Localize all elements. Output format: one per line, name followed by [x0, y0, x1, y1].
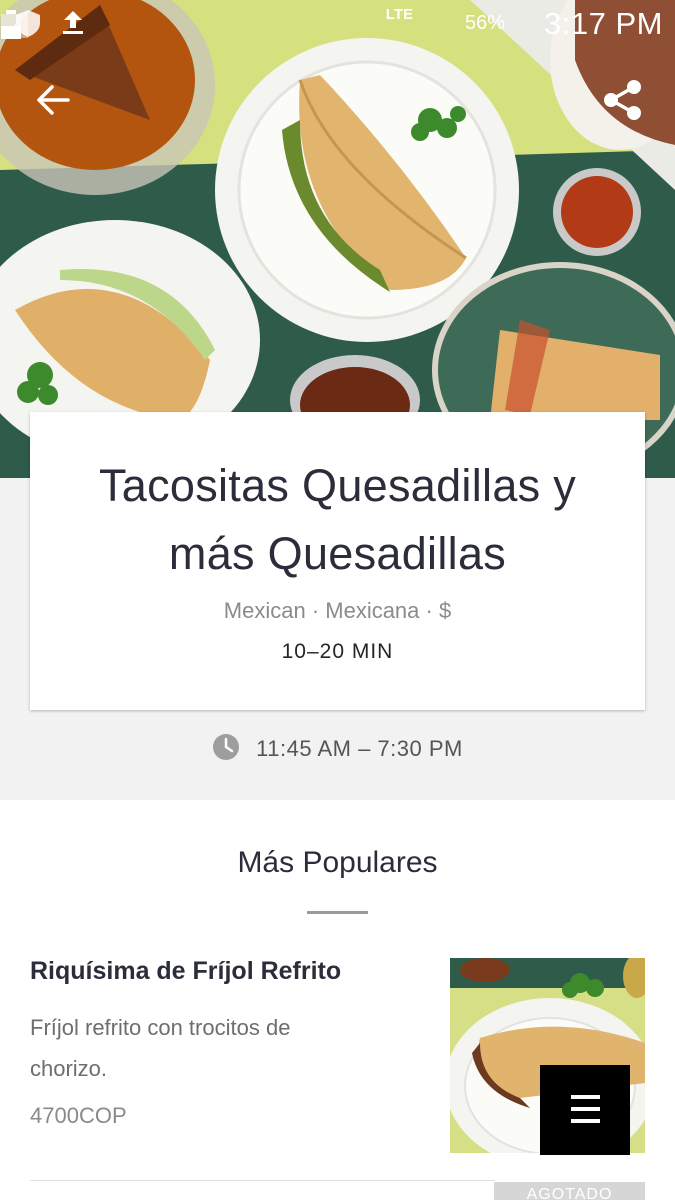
food-photo	[0, 0, 675, 478]
share-icon	[604, 80, 641, 120]
clock-icon	[213, 734, 240, 761]
menu-item-price: 4700COP	[30, 1103, 127, 1128]
restaurant-name: Tacositas Quesadillas y más Quesadillas	[98, 460, 577, 579]
arrow-left-icon	[37, 85, 70, 115]
status-bar: LTE 56% 3:17 PM	[0, 0, 675, 48]
hamburger-menu-icon-bar	[571, 1119, 600, 1123]
hamburger-menu-icon-bar	[571, 1107, 600, 1111]
cuisine-price-line: Mexican · Mexicana · $	[223, 598, 452, 623]
back-button[interactable]	[32, 78, 76, 122]
menu-item-name: Riquísima de Fríjol Refrito	[30, 957, 342, 985]
section-title: Más Populares	[237, 846, 438, 879]
share-button[interactable]	[601, 78, 645, 122]
delivery-time: 10–20 MIN	[281, 640, 394, 663]
item-divider	[30, 1180, 495, 1181]
opening-hours-text: 11:45 AM – 7:30 PM	[256, 736, 463, 761]
battery-icon	[1, 10, 21, 39]
menu-fab-button[interactable]	[540, 1065, 630, 1155]
clock-time: 3:17 PM	[544, 6, 663, 41]
battery-percentage: 56%	[464, 12, 505, 34]
restaurant-hero-image: LTE 56% 3:17 PM	[0, 0, 675, 478]
menu-item-description: Fríjol refrito con trocitos de chorizo.	[30, 1015, 291, 1081]
restaurant-info-card: Tacositas Quesadillas y más Quesadillas …	[30, 412, 645, 710]
section-divider	[307, 911, 368, 914]
sold-out-button[interactable]: AGOTADO	[494, 1182, 645, 1200]
hamburger-menu-icon	[571, 1095, 600, 1099]
upload-icon	[63, 11, 83, 34]
network-type: LTE	[385, 6, 413, 23]
opening-hours: 11:45 AM – 7:30 PM	[0, 734, 675, 764]
